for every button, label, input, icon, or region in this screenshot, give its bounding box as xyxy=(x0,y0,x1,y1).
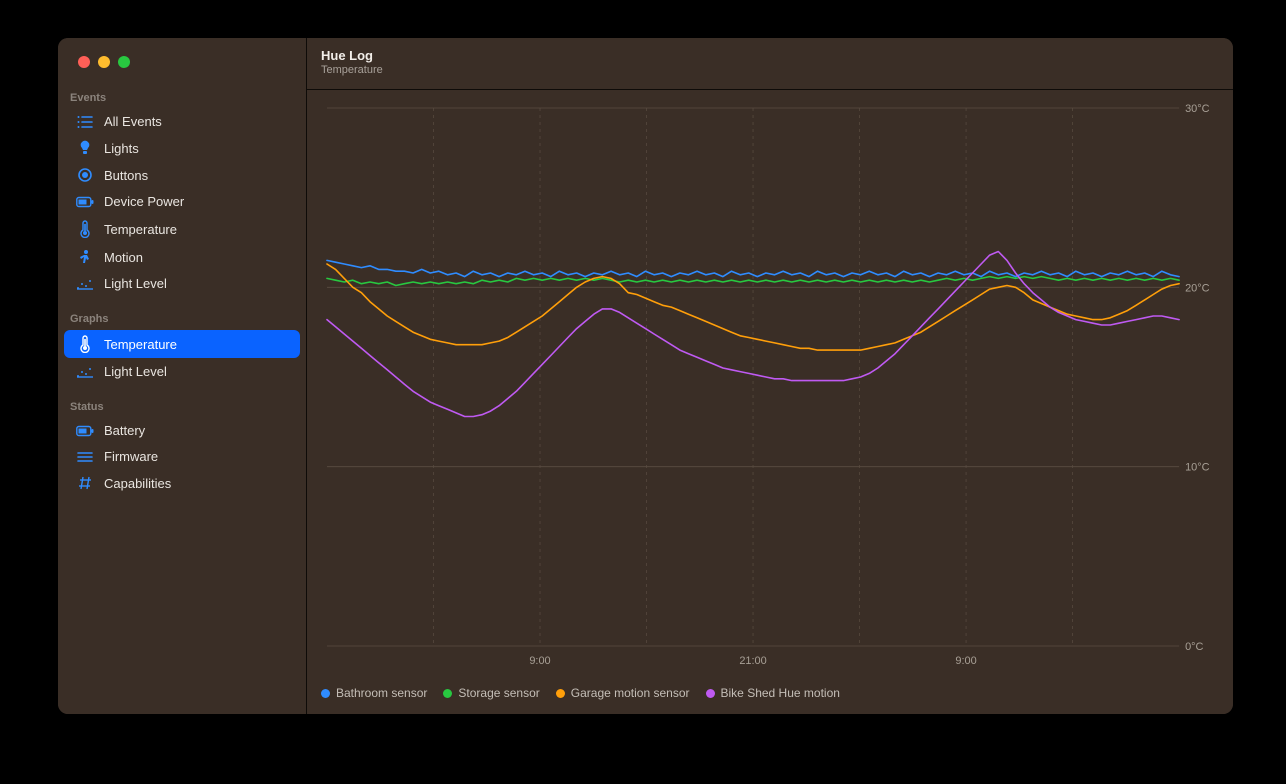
sidebar-item-temperature[interactable]: Temperature xyxy=(64,215,300,243)
svg-text:9:00: 9:00 xyxy=(955,655,976,667)
legend-swatch-icon xyxy=(706,689,715,698)
firmware-icon xyxy=(76,450,94,464)
temperature-chart: 0°C 10°C 20°C 30°C 9:00 21:00 9:00 xyxy=(321,102,1219,702)
close-icon[interactable] xyxy=(78,56,90,68)
legend-item[interactable]: Storage sensor xyxy=(443,686,539,700)
chart-legend: Bathroom sensor Storage sensor Garage moti… xyxy=(321,686,840,700)
sidebar-item-light-level[interactable]: Light Level xyxy=(64,271,300,296)
legend-swatch-icon xyxy=(443,689,452,698)
svg-text:10°C: 10°C xyxy=(1185,462,1210,474)
svg-text:30°C: 30°C xyxy=(1185,103,1210,115)
app-title: Hue Log xyxy=(321,48,1219,63)
sidebar-item-light-level[interactable]: Light Level xyxy=(64,359,300,384)
list-icon xyxy=(76,115,94,129)
legend-label: Garage motion sensor xyxy=(571,686,690,700)
sidebar-item-capabilities[interactable]: Capabilities xyxy=(64,470,300,496)
lightlevel-icon xyxy=(76,278,94,290)
page-subtitle: Temperature xyxy=(321,64,1219,76)
thermometer-icon xyxy=(76,335,94,353)
lightlevel-icon xyxy=(76,366,94,378)
maximize-icon[interactable] xyxy=(118,56,130,68)
sidebar-item-label: Temperature xyxy=(104,337,177,352)
battery-icon xyxy=(76,425,94,437)
window-controls xyxy=(58,56,306,86)
sidebar-item-label: Buttons xyxy=(104,168,148,183)
section-label: Graphs xyxy=(58,307,306,329)
legend-item[interactable]: Bike Shed Hue motion xyxy=(706,686,840,700)
battery-icon xyxy=(76,196,94,208)
sidebar-item-lights[interactable]: Lights xyxy=(64,135,300,161)
sidebar-item-label: Battery xyxy=(104,423,145,438)
legend-label: Storage sensor xyxy=(458,686,539,700)
chart-area: 0°C 10°C 20°C 30°C 9:00 21:00 9:00 Bathroom se… xyxy=(307,90,1233,714)
app-window: Events All Events Lights Buttons Device Powe… xyxy=(58,38,1233,714)
sidebar-item-label: Device Power xyxy=(104,194,184,209)
motion-icon xyxy=(76,249,94,265)
legend-item[interactable]: Garage motion sensor xyxy=(556,686,690,700)
sidebar-item-label: Light Level xyxy=(104,364,167,379)
sidebar-item-device-power[interactable]: Device Power xyxy=(64,189,300,214)
section-label: Events xyxy=(58,86,306,108)
sidebar-item-all-events[interactable]: All Events xyxy=(64,109,300,134)
sidebar-item-label: All Events xyxy=(104,114,162,129)
sidebar-item-label: Lights xyxy=(104,141,139,156)
sidebar-item-label: Firmware xyxy=(104,449,158,464)
legend-label: Bike Shed Hue motion xyxy=(721,686,840,700)
sidebar-item-buttons[interactable]: Buttons xyxy=(64,162,300,188)
legend-label: Bathroom sensor xyxy=(336,686,427,700)
svg-text:9:00: 9:00 xyxy=(529,655,550,667)
bulb-icon xyxy=(76,140,94,156)
svg-text:0°C: 0°C xyxy=(1185,641,1203,653)
title-bar: Hue Log Temperature xyxy=(307,38,1233,90)
svg-text:20°C: 20°C xyxy=(1185,282,1210,294)
sidebar-item-label: Capabilities xyxy=(104,476,171,491)
sidebar-item-firmware[interactable]: Firmware xyxy=(64,444,300,469)
hash-icon xyxy=(76,475,94,491)
sidebar-item-label: Light Level xyxy=(104,276,167,291)
legend-item[interactable]: Bathroom sensor xyxy=(321,686,427,700)
sidebar-item-motion[interactable]: Motion xyxy=(64,244,300,270)
sidebar-item-battery[interactable]: Battery xyxy=(64,418,300,443)
sidebar-item-temperature[interactable]: Temperature xyxy=(64,330,300,358)
svg-text:21:00: 21:00 xyxy=(739,655,766,667)
main-panel: Hue Log Temperature 0°C 10°C 20°C 30°C 9:00 2… xyxy=(307,38,1233,714)
thermometer-icon xyxy=(76,220,94,238)
button-icon xyxy=(76,167,94,183)
legend-swatch-icon xyxy=(556,689,565,698)
section-label: Status xyxy=(58,395,306,417)
sidebar: Events All Events Lights Buttons Device Powe… xyxy=(58,38,307,714)
minimize-icon[interactable] xyxy=(98,56,110,68)
sidebar-item-label: Temperature xyxy=(104,222,177,237)
legend-swatch-icon xyxy=(321,689,330,698)
sidebar-item-label: Motion xyxy=(104,250,143,265)
